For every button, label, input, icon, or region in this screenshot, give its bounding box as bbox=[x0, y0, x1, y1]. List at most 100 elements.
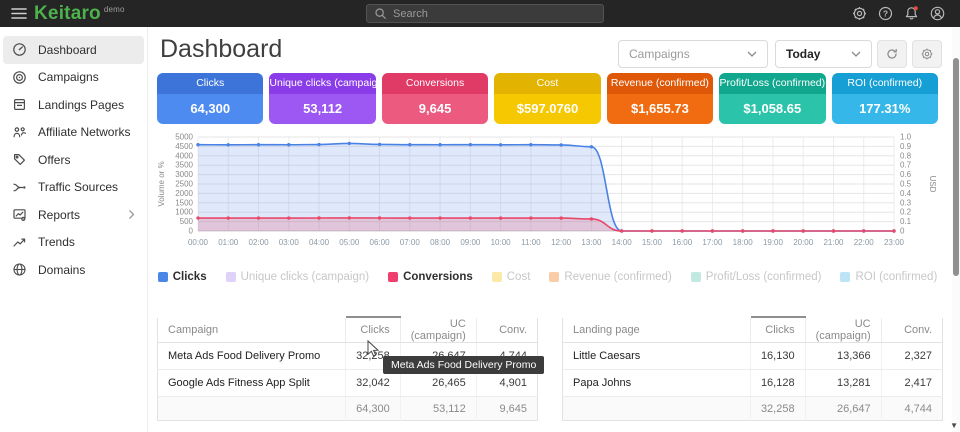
legend-item-cost[interactable]: Cost bbox=[492, 271, 531, 283]
svg-text:?: ? bbox=[883, 9, 888, 19]
total-uc-cell: 53,112 bbox=[400, 397, 476, 421]
sidebar-item-trends[interactable]: Trends bbox=[3, 229, 144, 257]
column-header-conv[interactable]: Conv. bbox=[476, 317, 537, 343]
target-icon bbox=[12, 70, 27, 85]
svg-text:1000: 1000 bbox=[175, 208, 193, 217]
legend-item-clicks[interactable]: Clicks bbox=[158, 271, 207, 283]
legend-item-roi[interactable]: ROI (confirmed) bbox=[840, 271, 937, 283]
column-header-clicks[interactable]: Clicks bbox=[750, 317, 805, 343]
column-header-landing-page[interactable]: Landing page bbox=[563, 317, 751, 343]
column-header-uc-campaign[interactable]: UC (campaign) bbox=[400, 317, 476, 343]
search-input[interactable] bbox=[393, 8, 583, 20]
sidebar-item-landings-pages[interactable]: Landings Pages bbox=[3, 91, 144, 119]
sidebar-item-campaigns[interactable]: Campaigns bbox=[3, 64, 144, 92]
account-icon[interactable] bbox=[929, 5, 946, 22]
gauge-icon bbox=[12, 42, 27, 57]
table-row[interactable]: Papa Johns 16,128 13,281 2,417 bbox=[563, 370, 943, 397]
total-label-cell bbox=[563, 397, 751, 421]
date-range-dropdown[interactable]: Today bbox=[775, 40, 872, 68]
table-row[interactable]: Little Caesars 16,130 13,366 2,327 bbox=[563, 343, 943, 370]
gear-icon[interactable] bbox=[851, 5, 868, 22]
sidebar-item-offers[interactable]: Offers bbox=[3, 146, 144, 174]
column-header-campaign[interactable]: Campaign bbox=[158, 317, 346, 343]
campaigns-filter-dropdown[interactable]: Campaigns bbox=[618, 40, 768, 68]
dashboard-settings-button[interactable] bbox=[912, 40, 942, 68]
svg-text:00:00: 00:00 bbox=[188, 238, 209, 247]
sidebar-label: Domains bbox=[38, 263, 85, 277]
svg-text:15:00: 15:00 bbox=[642, 238, 663, 247]
svg-text:2500: 2500 bbox=[175, 180, 193, 189]
globe-icon bbox=[12, 262, 27, 277]
sidebar-label: Reports bbox=[38, 208, 80, 222]
total-uc-cell: 26,647 bbox=[805, 397, 881, 421]
landing-name-cell: Little Caesars bbox=[563, 343, 751, 370]
legend-item-conversions[interactable]: Conversions bbox=[388, 271, 473, 283]
help-icon[interactable]: ? bbox=[877, 5, 894, 22]
svg-text:08:00: 08:00 bbox=[430, 238, 451, 247]
sidebar-item-affiliate-networks[interactable]: Affiliate Networks bbox=[3, 119, 144, 147]
svg-text:09:00: 09:00 bbox=[460, 238, 481, 247]
legend-swatch bbox=[492, 272, 502, 282]
sidebar-item-reports[interactable]: Reports bbox=[3, 201, 144, 229]
total-label-cell bbox=[158, 397, 346, 421]
total-conv-cell: 9,645 bbox=[476, 397, 537, 421]
campaign-name-cell: Meta Ads Food Delivery Promo bbox=[158, 343, 346, 370]
sidebar-item-dashboard[interactable]: Dashboard bbox=[3, 36, 144, 64]
legend-item-unique-clicks[interactable]: Unique clicks (campaign) bbox=[226, 271, 369, 283]
metric-label: ROI (confirmed) bbox=[832, 73, 938, 94]
tag-icon bbox=[12, 152, 27, 167]
legend-swatch bbox=[226, 272, 236, 282]
metric-label: Profit/Loss (confirmed) bbox=[719, 73, 825, 94]
column-header-uc-campaign[interactable]: UC (campaign) bbox=[805, 317, 881, 343]
chevron-down-icon bbox=[747, 51, 757, 58]
conv-cell: 2,417 bbox=[881, 370, 942, 397]
page-title: Dashboard bbox=[160, 35, 282, 64]
clicks-cell: 16,130 bbox=[750, 343, 805, 370]
keitaro-logo[interactable]: Keitarodemo bbox=[34, 3, 125, 25]
svg-text:21:00: 21:00 bbox=[823, 238, 844, 247]
scrollbar-thumb[interactable] bbox=[953, 58, 959, 276]
page-icon bbox=[12, 97, 27, 112]
gear-icon bbox=[920, 47, 934, 61]
metric-card-revenue: Revenue (confirmed)$1,655.73 bbox=[607, 73, 713, 124]
sidebar-item-domains[interactable]: Domains bbox=[3, 256, 144, 284]
hamburger-menu-icon[interactable] bbox=[10, 5, 28, 22]
legend-swatch bbox=[388, 272, 398, 282]
svg-text:0.7: 0.7 bbox=[900, 161, 912, 170]
metric-value: 9,645 bbox=[382, 94, 488, 124]
sidebar-label: Trends bbox=[38, 235, 75, 249]
legend-label: ROI (confirmed) bbox=[855, 271, 937, 283]
sidebar-item-traffic-sources[interactable]: Traffic Sources bbox=[3, 174, 144, 202]
global-search[interactable] bbox=[366, 4, 604, 23]
campaign-name-cell: Google Ads Fitness App Split bbox=[158, 370, 346, 397]
sidebar-label: Offers bbox=[38, 153, 70, 167]
svg-text:22:00: 22:00 bbox=[854, 238, 875, 247]
svg-text:11:00: 11:00 bbox=[521, 238, 541, 247]
uc-cell: 13,366 bbox=[805, 343, 881, 370]
column-header-clicks[interactable]: Clicks bbox=[346, 317, 401, 343]
table-total-row: 32,258 26,647 4,744 bbox=[563, 397, 943, 421]
legend-item-profit-loss[interactable]: Profit/Loss (confirmed) bbox=[691, 271, 822, 283]
chevron-down-icon bbox=[851, 51, 861, 58]
sidebar-label: Dashboard bbox=[38, 43, 97, 57]
dashboard-chart[interactable]: 0500100015002000250030003500400045005000… bbox=[154, 131, 940, 266]
column-header-conv[interactable]: Conv. bbox=[881, 317, 942, 343]
legend-label: Profit/Loss (confirmed) bbox=[706, 271, 822, 283]
landing-pages-table: Landing page Clicks UC (campaign) Conv. … bbox=[562, 316, 943, 421]
metric-value: $1,058.65 bbox=[719, 94, 825, 124]
svg-text:05:00: 05:00 bbox=[339, 238, 360, 247]
scroll-down-arrow[interactable]: ▼ bbox=[950, 421, 958, 430]
refresh-button[interactable] bbox=[877, 40, 907, 68]
svg-text:Volume or %: Volume or % bbox=[157, 161, 166, 206]
svg-text:0.4: 0.4 bbox=[900, 189, 912, 198]
topbar-icons: ? bbox=[851, 5, 946, 22]
page-scrollbar[interactable] bbox=[952, 27, 960, 432]
notifications-bell-icon[interactable] bbox=[903, 5, 920, 22]
svg-text:0.2: 0.2 bbox=[900, 208, 912, 217]
date-range-value: Today bbox=[786, 47, 820, 61]
svg-text:0: 0 bbox=[900, 227, 905, 236]
metric-card-profit-loss: Profit/Loss (confirmed)$1,058.65 bbox=[719, 73, 825, 124]
svg-text:0.1: 0.1 bbox=[900, 217, 912, 226]
legend-item-revenue[interactable]: Revenue (confirmed) bbox=[549, 271, 671, 283]
svg-text:0.9: 0.9 bbox=[900, 142, 912, 151]
